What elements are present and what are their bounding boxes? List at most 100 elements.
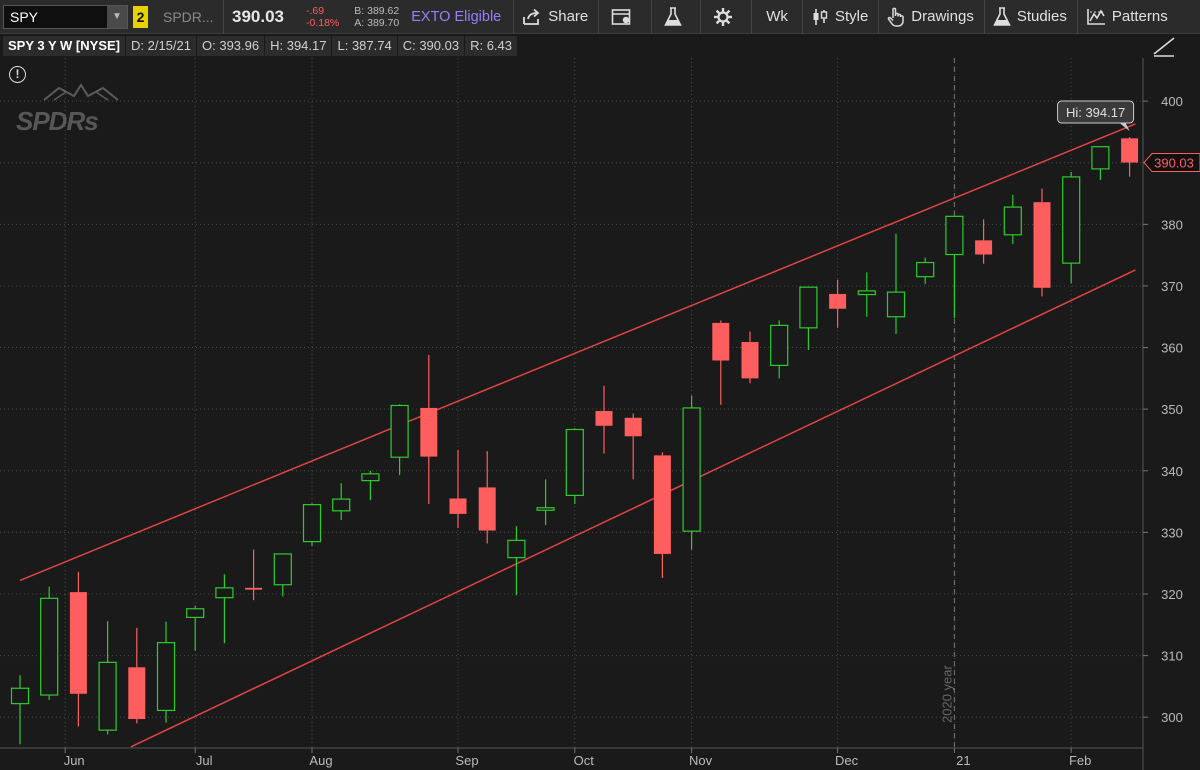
candle-up [770,320,789,379]
candle-down [624,413,642,480]
candle-body [770,324,789,367]
candle-up [1062,171,1081,284]
candle-body [1091,146,1110,170]
candle-down [1121,137,1139,177]
candle-body [273,553,292,586]
alert-icon[interactable]: ! [9,66,26,83]
y-tick-label: 340 [1161,464,1183,479]
x-tick-label: Feb [1069,753,1091,768]
y-tick-label: 400 [1161,94,1183,109]
candle-body [799,286,818,329]
candle-up [536,479,555,525]
candle-body [712,322,730,361]
y-tick-label: 330 [1161,525,1183,540]
candle-body [857,290,876,296]
candle-body [653,455,671,554]
candle-body [1033,202,1051,288]
candle-body [390,404,409,458]
candle-down [449,449,467,529]
last-price-tag: 390.03 [1143,153,1200,173]
axis-scale-icon[interactable] [1152,36,1178,58]
candle-up [799,286,818,351]
candle-down [975,219,993,264]
candle-down [420,354,438,505]
candle-up [215,574,234,644]
candle-body [536,507,555,511]
candle-down [712,320,730,405]
candle-down [595,385,613,454]
candle-up [156,621,176,723]
candle-body [829,293,847,309]
candle-body [186,608,205,618]
candle-up [916,257,935,285]
candle-up [40,586,59,700]
candle-up [886,233,906,334]
candle-up [10,675,30,745]
candle-body [478,487,496,531]
candle-up [945,215,964,318]
y-tick-label: 380 [1161,217,1183,232]
candle-up [186,605,205,651]
trendline-lower-channel[interactable] [130,269,1136,748]
candle-up [273,553,292,597]
candles [10,137,1139,745]
last-price-tag-label: 390.03 [1154,156,1194,171]
candle-body [886,291,906,318]
candle-body [595,411,613,426]
trendline-upper-channel[interactable] [19,123,1136,582]
y-tick-label: 320 [1161,587,1183,602]
x-tick-label: Sep [455,753,478,768]
x-tick-label: Dec [835,753,859,768]
candle-body [682,407,701,532]
candle-down [245,549,263,601]
y-tick-label: 370 [1161,279,1183,294]
candle-body [507,539,526,559]
x-tick-label: Aug [309,753,332,768]
price-axis: 300310320330340350360370380390400JunJulA… [0,58,1183,770]
candle-body [40,597,59,696]
high-price-label: Hi: 394.17 [1066,105,1125,120]
candle-body [245,587,263,590]
candle-up [1091,146,1110,180]
candle-body [128,667,146,720]
y-tick-label: 360 [1161,341,1183,356]
price-chart[interactable]: 300310320330340350360370380390400JunJulA… [0,0,1200,770]
candle-body [1003,206,1022,236]
x-tick-label: 21 [956,753,970,768]
x-tick-label: Jun [64,753,85,768]
candle-body [215,587,234,599]
candle-body [361,473,380,482]
x-tick-label: Oct [574,753,595,768]
candle-body [1062,176,1081,264]
x-tick-label: Jul [196,753,213,768]
candle-body [449,498,467,514]
candle-up [857,272,876,317]
candle-body [975,240,993,255]
candle-body [624,417,642,437]
candle-down [128,627,146,724]
candle-body [10,687,30,705]
y-tick-label: 300 [1161,710,1183,725]
candle-up [1003,194,1022,245]
high-price-bubble: Hi: 394.17 [1057,100,1135,132]
candle-body [945,215,964,256]
candle-body [98,661,117,731]
candle-body [156,642,176,712]
candle-up [682,395,701,550]
candle-up [302,503,322,546]
candle-up [565,428,584,505]
year-divider-label: 2020 year [939,665,954,723]
candle-up [98,621,117,735]
candle-body [916,261,935,278]
candle-down [741,331,759,384]
candle-down [653,452,671,578]
candle-down [69,571,87,727]
candle-body [332,498,351,512]
y-tick-label: 310 [1161,649,1183,664]
candle-body [420,407,438,457]
candle-down [829,279,847,328]
candle-down [1033,188,1051,297]
candle-body [741,342,759,379]
candle-up [361,470,380,501]
candle-down [478,451,496,544]
